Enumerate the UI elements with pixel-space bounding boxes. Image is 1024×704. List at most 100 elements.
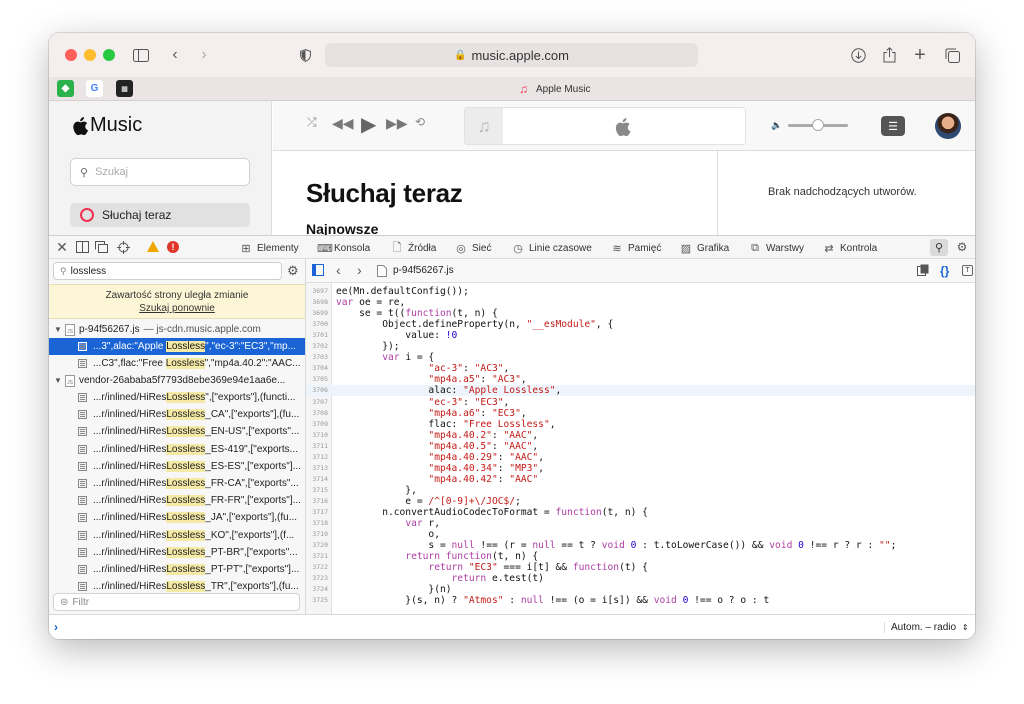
local-override-icon[interactable] <box>917 264 929 279</box>
code-line[interactable]: 3703 var i = { <box>306 352 975 363</box>
privacy-shield-icon[interactable] <box>295 45 315 65</box>
tab-graphics[interactable]: ▨ Grafika <box>680 236 729 260</box>
line-number[interactable]: 3710 <box>306 430 328 441</box>
disclosure-triangle-icon[interactable]: ▼ <box>54 376 63 385</box>
previous-track-icon[interactable]: ◀◀ <box>332 115 354 132</box>
search-settings-gear-icon[interactable]: ⚙ <box>287 263 299 279</box>
line-number[interactable]: 3713 <box>306 463 328 474</box>
code-line[interactable]: 3709 flac: "Free Lossless", <box>306 419 975 430</box>
line-number[interactable]: 3712 <box>306 452 328 463</box>
line-number[interactable]: 3721 <box>306 551 328 562</box>
code-line[interactable]: 3716 e = /^[0-9]+\/JOC$/; <box>306 496 975 507</box>
tab-console[interactable]: ⌨ Konsola <box>317 236 370 260</box>
filter-input[interactable]: ⊜ Filtr <box>53 593 300 611</box>
volume-slider[interactable] <box>788 119 849 131</box>
code-line[interactable]: 3699 se = t((function(t, n) { <box>306 308 975 319</box>
sidebar-toggle-icon[interactable] <box>131 45 151 65</box>
share-icon[interactable] <box>879 45 899 65</box>
line-number[interactable]: 3703 <box>306 352 328 363</box>
search-result-row[interactable]: ...r/inlined/HiResLossless_FR-CA",["expo… <box>49 475 305 492</box>
search-result-row[interactable]: ...r/inlined/HiResLossless",["exports"],… <box>49 389 305 406</box>
code-line[interactable]: 3720 s = null !== (r = null == t ? void … <box>306 540 975 551</box>
code-line[interactable]: 3717 n.convertAudioCodecToFormat = funct… <box>306 507 975 518</box>
dock-bottom-icon[interactable] <box>75 240 89 254</box>
code-line[interactable]: 3722 return "EC3" === i[t] && function(t… <box>306 562 975 573</box>
code-line[interactable]: 3700 Object.defineProperty(n, "__esModul… <box>306 319 975 330</box>
line-number[interactable]: 3697 <box>306 286 328 297</box>
code-line[interactable]: 3723 return e.test(t) <box>306 573 975 584</box>
line-number[interactable]: 3725 <box>306 595 328 606</box>
tab-overview-icon[interactable] <box>942 45 962 65</box>
tab-network[interactable]: ◎ Sieć <box>455 236 491 260</box>
google-favicon-icon[interactable]: G <box>86 80 103 97</box>
detach-window-icon[interactable] <box>94 240 108 254</box>
navigator-toggle-icon[interactable] <box>312 264 324 279</box>
tab-elements[interactable]: ⊞ Elementy <box>240 236 298 260</box>
forward-icon[interactable]: › <box>194 45 214 65</box>
code-line[interactable]: 3702 }); <box>306 341 975 352</box>
search-result-row[interactable]: ...r/inlined/HiResLossless_PT-PT",["expo… <box>49 561 305 578</box>
repeat-icon[interactable]: ⟲ <box>415 115 425 129</box>
search-result-row[interactable]: ...r/inlined/HiResLossless_CA",["exports… <box>49 406 305 423</box>
search-result-row[interactable]: ...r/inlined/HiResLossless_EN-US",["expo… <box>49 423 305 440</box>
line-number[interactable]: 3705 <box>306 374 328 385</box>
console-prompt-bar[interactable]: › Autom. – radio ⇕ <box>49 614 975 639</box>
code-line[interactable]: 3701 value: !0 <box>306 330 975 341</box>
line-number[interactable]: 3716 <box>306 496 328 507</box>
element-picker-icon[interactable] <box>116 240 130 254</box>
downloads-icon[interactable] <box>848 45 868 65</box>
code-line[interactable]: 3711 "mp4a.40.5": "AAC", <box>306 441 975 452</box>
execution-context-select[interactable]: Autom. – radio ⇕ <box>884 622 969 633</box>
line-number[interactable]: 3719 <box>306 529 328 540</box>
source-code-editor[interactable]: 3697 ee(Mn.defaultConfig()); 3698 var oe = … <box>306 283 975 614</box>
next-track-icon[interactable]: ▶▶ <box>386 115 408 132</box>
line-number[interactable]: 3707 <box>306 397 328 408</box>
code-line[interactable]: 3715 }, <box>306 485 975 496</box>
line-number[interactable]: 3701 <box>306 330 328 341</box>
new-tab-icon[interactable]: + <box>910 44 930 66</box>
volume-control[interactable]: 🔈 <box>771 119 849 131</box>
code-line[interactable]: 3714 "mp4a.40.42": "AAC" <box>306 474 975 485</box>
address-bar[interactable]: 🔒 music.apple.com <box>325 43 698 67</box>
minimize-window-button[interactable] <box>84 49 96 61</box>
tab-apple-music[interactable]: ♫ Apple Music <box>519 82 590 96</box>
line-number[interactable]: 3704 <box>306 363 328 374</box>
search-tab-button[interactable]: ⚲ <box>930 239 948 256</box>
play-icon[interactable]: ▶ <box>361 112 376 137</box>
code-line[interactable]: 3708 "mp4a.a6": "EC3", <box>306 408 975 419</box>
code-line[interactable]: 3710 "mp4a.40.2": "AAC", <box>306 430 975 441</box>
line-number[interactable]: 3702 <box>306 341 328 352</box>
line-number[interactable]: 3718 <box>306 518 328 529</box>
code-line[interactable]: 3713 "mp4a.40.34": "MP3", <box>306 463 975 474</box>
code-line[interactable]: 3718 var r, <box>306 518 975 529</box>
code-line[interactable]: 3724 }(n) <box>306 584 975 595</box>
app-favicon-icon[interactable]: ▦ <box>116 80 133 97</box>
zoom-window-button[interactable] <box>103 49 115 61</box>
type-profiler-icon[interactable]: T <box>962 265 973 276</box>
feedly-favicon-icon[interactable]: ◆ <box>57 80 74 97</box>
code-line[interactable]: 3721 return function(t, n) { <box>306 551 975 562</box>
search-result-row[interactable]: ...r/inlined/HiResLossless_ES-ES",["expo… <box>49 458 305 475</box>
devtools-search-input[interactable]: ⚲ lossless <box>53 262 282 280</box>
search-result-row[interactable]: ...C3",flac:"Free Lossless","mp4a.40.2":… <box>49 355 305 372</box>
code-line[interactable]: 3705 "mp4a.a5": "AC3", <box>306 374 975 385</box>
result-file-group[interactable]: ▼ JS vendor-26ababa5f7793d8ebe369e94e1aa… <box>49 372 305 389</box>
volume-knob[interactable] <box>812 119 825 131</box>
line-number[interactable]: 3715 <box>306 485 328 496</box>
tab-layers[interactable]: ⧉ Warstwy <box>749 236 804 260</box>
close-devtools-icon[interactable]: ✕ <box>55 239 69 255</box>
line-number[interactable]: 3724 <box>306 584 328 595</box>
music-search-input[interactable]: ⚲ Szukaj <box>70 158 250 186</box>
line-number[interactable]: 3706 <box>306 385 328 396</box>
code-line[interactable]: 3712 "mp4a.40.29": "AAC", <box>306 452 975 463</box>
search-result-row[interactable]: ...r/inlined/HiResLossless_ES-419",["exp… <box>49 441 305 458</box>
line-number[interactable]: 3711 <box>306 441 328 452</box>
shuffle-icon[interactable]: ⤮ <box>307 115 317 130</box>
code-line[interactable]: 3719 o, <box>306 529 975 540</box>
code-line[interactable]: 3725 }(s, n) ? "Atmos" : null !== (o = i… <box>306 595 975 606</box>
line-number[interactable]: 3714 <box>306 474 328 485</box>
search-result-row[interactable]: ...r/inlined/HiResLossless_JA",["exports… <box>49 509 305 526</box>
pretty-print-icon[interactable]: {} <box>940 264 949 278</box>
result-file-group[interactable]: ▼ JS p-94f56267.js — js-cdn.music.apple.… <box>49 321 305 338</box>
forward-icon[interactable]: › <box>357 262 362 278</box>
